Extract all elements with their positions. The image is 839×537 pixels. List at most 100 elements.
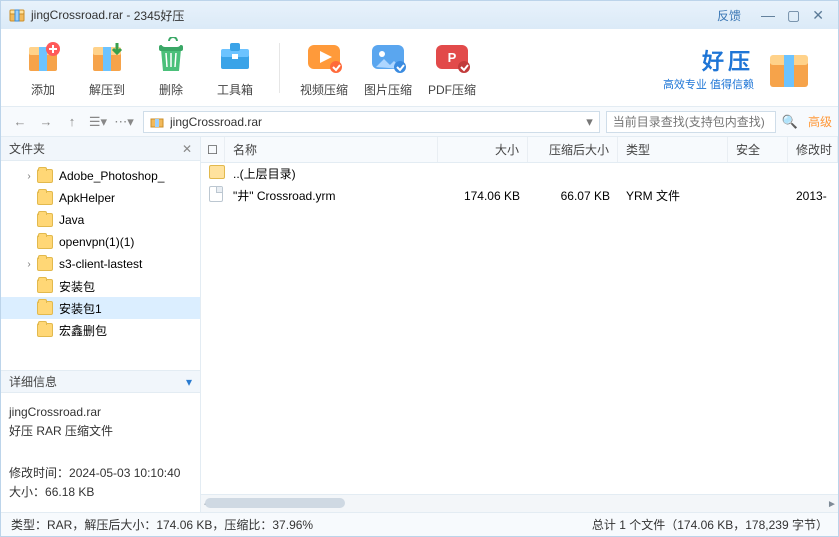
col-name[interactable]: 名称 [225,137,438,162]
folder-icon [209,165,225,179]
file-size-cell: 174.06 KB [438,189,528,203]
horizontal-scrollbar[interactable]: ◄ ► [201,494,838,512]
folder-icon [37,301,53,315]
archive-icon [150,115,164,129]
details-header[interactable]: 详细信息 ▾ [1,371,200,393]
col-icon[interactable]: ☐ [201,137,225,162]
file-pane: ☐ 名称 大小 压缩后大小 类型 安全 修改时 ..(上层目录)"井" Cros… [201,137,838,512]
sidebar: 文件夹 ✕ ›Adobe_Photoshop_›ApkHelper›Java›o… [1,137,201,512]
titlebar[interactable]: jingCrossroad.rar - 2345好压 反馈 — ▢ ✕ [1,1,838,29]
col-modified[interactable]: 修改时 [788,137,838,162]
chevron-down-icon[interactable]: ▾ [186,375,192,389]
details-desc: 好压 RAR 压缩文件 [9,422,192,441]
extract-icon [87,37,127,77]
tools-icon [215,37,255,77]
search-box[interactable] [606,111,776,133]
folder-icon [37,279,53,293]
address-input[interactable] [170,115,586,129]
status-left: 类型：RAR，解压后大小：174.06 KB，压缩比：37.96% [11,516,313,533]
advanced-link[interactable]: 高级 [808,113,832,130]
svg-text:P: P [448,50,457,65]
tree-item[interactable]: ›安装包 [1,275,200,297]
navbar: ← → ↑ ☰▾ ⋯▾ ▾ 🔍 高级 [1,107,838,137]
tree-item[interactable]: › Adobe_Photoshop_ [1,165,200,187]
tree-item[interactable]: › s3-client-lastest [1,253,200,275]
file-modified-cell: 2013- [788,189,838,203]
tree-item-label: ApkHelper [59,191,115,205]
folder-icon [37,191,53,205]
delete-button[interactable]: 删除 [139,33,203,103]
nav-view-button[interactable]: ☰▾ [87,111,109,133]
chevron-right-icon[interactable]: › [23,259,35,270]
tree-item-label: openvpn(1)(1) [59,235,134,249]
col-type[interactable]: 类型 [618,137,728,162]
image-compress-button[interactable]: 图片压缩 [356,33,420,103]
scroll-right-icon[interactable]: ► [824,495,839,513]
tree-item[interactable]: ›Java [1,209,200,231]
tree-item-label: Adobe_Photoshop_ [59,169,164,183]
add-icon [23,37,63,77]
feedback-link[interactable]: 反馈 [717,7,741,24]
toolbar-separator [279,43,280,93]
extract-button[interactable]: 解压到 [75,33,139,103]
title-app: 2345好压 [134,7,185,24]
tree-item[interactable]: ›安装包1 [1,297,200,319]
details-name: jingCrossroad.rar [9,403,192,422]
details-body: jingCrossroad.rar 好压 RAR 压缩文件 修改时间：2024-… [1,393,200,512]
details-size: 66.18 KB [45,485,94,499]
tree-item-label: 宏鑫删包 [59,322,107,339]
status-bar: 类型：RAR，解压后大小：174.06 KB，压缩比：37.96% 总计 1 个… [1,512,838,536]
address-dropdown-icon[interactable]: ▾ [586,114,593,130]
nav-back-button[interactable]: ← [9,111,31,133]
file-row[interactable]: ..(上层目录) [201,163,838,185]
tree-item-label: 安装包 [59,278,95,295]
file-list[interactable]: ..(上层目录)"井" Crossroad.yrm174.06 KB66.07 … [201,163,838,494]
file-name-cell: "井" Crossroad.yrm [225,187,438,204]
file-compressed-cell: 66.07 KB [528,189,618,203]
folder-icon [37,169,53,183]
brand-area: 好压 高效专业 值得信赖 [663,43,828,93]
nav-forward-button[interactable]: → [35,111,57,133]
chevron-right-icon[interactable]: › [23,171,35,182]
search-input[interactable] [613,115,769,129]
tree-item-label: 安装包1 [59,300,102,317]
file-icon [209,186,223,202]
add-button[interactable]: 添加 [11,33,75,103]
col-size[interactable]: 大小 [438,137,528,162]
minimize-button[interactable]: — [761,7,775,23]
tree-item[interactable]: ›ApkHelper [1,187,200,209]
column-headers: ☐ 名称 大小 压缩后大小 类型 安全 修改时 [201,137,838,163]
folder-icon [37,235,53,249]
video-icon [304,37,344,77]
file-type-cell: YRM 文件 [618,187,728,204]
folder-icon [37,257,53,271]
content-area: 文件夹 ✕ ›Adobe_Photoshop_›ApkHelper›Java›o… [1,137,838,512]
close-button[interactable]: ✕ [812,7,824,24]
search-icon[interactable]: 🔍 [782,114,798,130]
col-security[interactable]: 安全 [728,137,788,162]
video-compress-button[interactable]: 视频压缩 [292,33,356,103]
details-panel: 详细信息 ▾ jingCrossroad.rar 好压 RAR 压缩文件 修改时… [1,370,200,512]
tree-item-label: s3-client-lastest [59,257,142,271]
tools-button[interactable]: 工具箱 [203,33,267,103]
tree-item[interactable]: ›openvpn(1)(1) [1,231,200,253]
tree-item[interactable]: ›宏鑫删包 [1,319,200,341]
folder-icon [37,323,53,337]
scrollbar-thumb[interactable] [205,498,345,508]
file-row[interactable]: "井" Crossroad.yrm174.06 KB66.07 KBYRM 文件… [201,185,838,207]
sidebar-close-icon[interactable]: ✕ [182,142,192,156]
nav-up-button[interactable]: ↑ [61,111,83,133]
delete-icon [151,37,191,77]
file-icon-cell [201,186,225,205]
col-compressed[interactable]: 压缩后大小 [528,137,618,162]
pdf-icon: P [432,37,472,77]
tree-item-label: Java [59,213,84,227]
folder-tree[interactable]: ›Adobe_Photoshop_›ApkHelper›Java›openvpn… [1,161,200,370]
address-bar[interactable]: ▾ [143,111,600,133]
pdf-compress-button[interactable]: P PDF压缩 [420,33,484,103]
nav-history-button[interactable]: ⋯▾ [113,111,135,133]
brand-slogan: 高效专业 值得信赖 [663,76,754,92]
main-toolbar: 添加 解压到 删除 工具箱 视频压缩 图片压缩 P PDF压缩 好压 高效专业 … [1,29,838,107]
details-mtime-label: 修改时间： [9,466,69,480]
maximize-button[interactable]: ▢ [787,7,800,24]
